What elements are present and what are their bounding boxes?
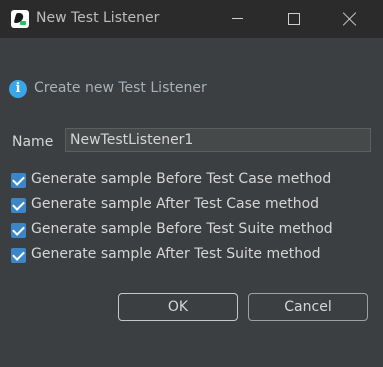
name-label: Name xyxy=(12,134,54,150)
checkbox-after-test-case[interactable] xyxy=(11,198,26,213)
checkbox-before-test-case[interactable] xyxy=(11,173,26,188)
minimize-icon xyxy=(232,18,243,19)
ok-button[interactable]: OK xyxy=(118,293,238,321)
minimize-button[interactable] xyxy=(214,0,260,38)
maximize-button[interactable] xyxy=(270,0,316,38)
window-title: New Test Listener xyxy=(36,10,160,26)
checkbox-before-test-suite[interactable] xyxy=(11,223,26,238)
app-icon xyxy=(11,10,29,28)
title-bar[interactable]: New Test Listener xyxy=(0,0,383,38)
name-input[interactable] xyxy=(65,128,371,152)
option-label: Generate sample After Test Suite method xyxy=(31,246,321,262)
option-label: Generate sample After Test Case method xyxy=(31,196,320,212)
info-icon: i xyxy=(9,80,27,98)
checkbox-after-test-suite[interactable] xyxy=(11,248,26,263)
option-label: Generate sample Before Test Suite method xyxy=(31,221,333,237)
close-button[interactable] xyxy=(328,0,374,38)
cancel-button[interactable]: Cancel xyxy=(248,293,368,321)
dialog-header: Create new Test Listener xyxy=(34,80,207,96)
maximize-icon xyxy=(288,13,300,25)
close-icon xyxy=(342,11,358,27)
option-label: Generate sample Before Test Case method xyxy=(31,171,332,187)
